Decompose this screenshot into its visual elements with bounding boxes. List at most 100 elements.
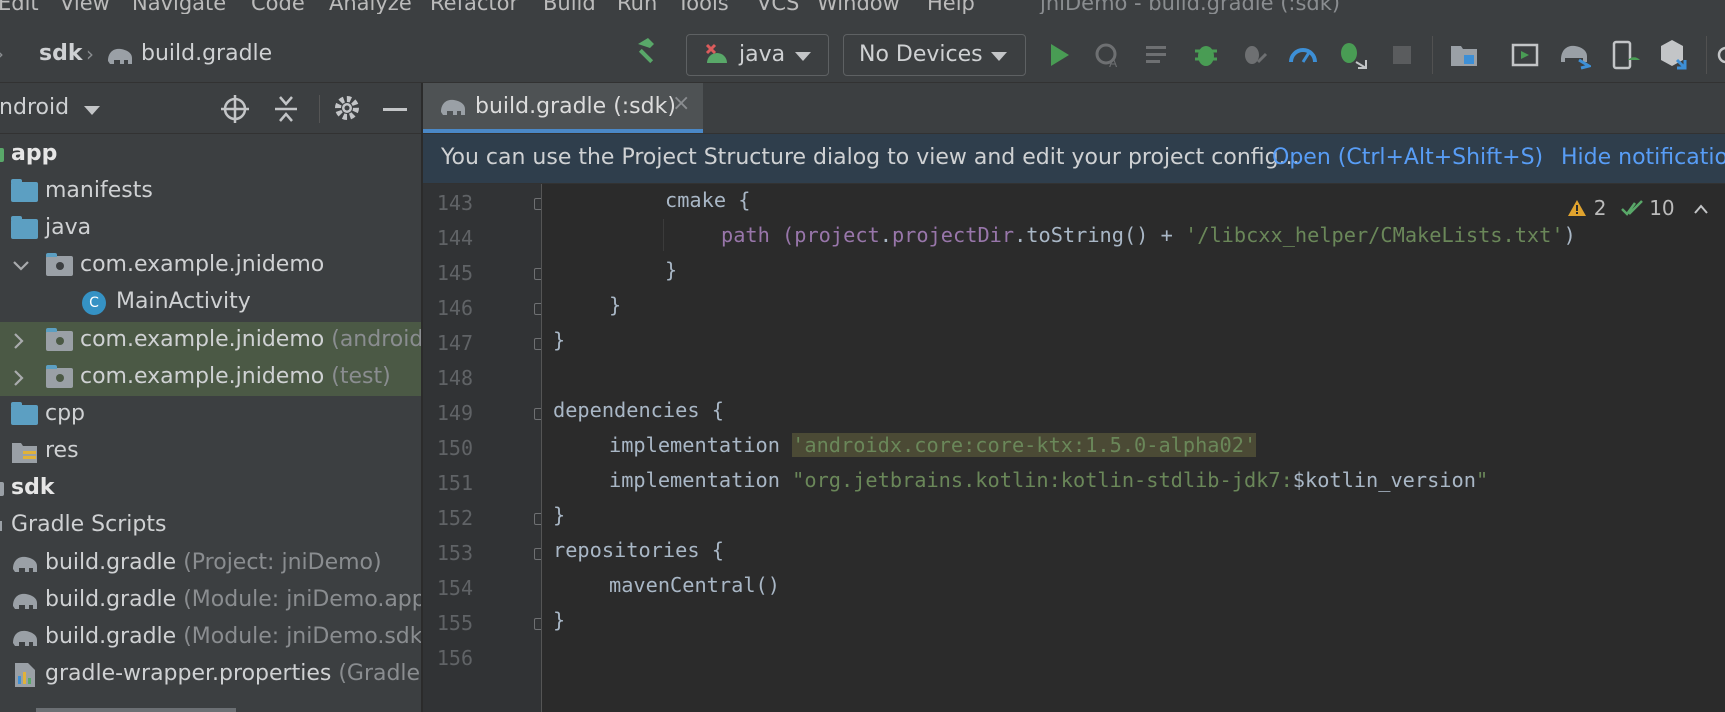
project-view-mode[interactable]: Android	[0, 95, 69, 120]
open-project-structure-link[interactable]: Open (Ctrl+Alt+Shift+S)	[1272, 145, 1543, 170]
line-number: 147	[436, 331, 473, 355]
sdk-manager-icon[interactable]	[1657, 38, 1687, 70]
chevron-right-icon[interactable]	[12, 332, 26, 350]
menu-code[interactable]: Code	[251, 0, 305, 14]
tree-item-label: com.example.jnidemo	[80, 364, 325, 389]
menu-run[interactable]: Run	[617, 0, 657, 14]
close-icon[interactable]: ×	[672, 91, 690, 116]
minimize-icon[interactable]	[383, 108, 407, 111]
menu-refactor[interactable]: Refactor	[430, 0, 518, 14]
device-manager-icon[interactable]	[1610, 40, 1640, 70]
header-divider	[319, 95, 320, 123]
menu-help[interactable]: Help	[927, 0, 975, 14]
project-structure-icon[interactable]	[1449, 42, 1479, 68]
folder-icon	[11, 179, 38, 202]
search-everywhere-icon[interactable]	[1716, 46, 1725, 68]
menu-window[interactable]: Window	[817, 0, 900, 14]
run-config-select[interactable]: java	[686, 34, 829, 76]
tree-item-label: MainActivity	[116, 289, 251, 314]
tree-item-hint: (Module: jniDemo.sdk)	[183, 624, 421, 649]
code-line-143: cmake {	[665, 188, 751, 212]
module-icon	[0, 148, 4, 162]
tree-item-label: build.gradle	[45, 587, 177, 612]
tree-item-res[interactable]: res	[0, 433, 421, 470]
menu-navigate[interactable]: Navigate	[132, 0, 226, 14]
code-line-152: }	[553, 503, 566, 527]
code-token: '/libcxx_helper/CMakeLists.txt'	[1185, 223, 1564, 247]
line-number: 156	[436, 646, 473, 670]
project-tree: app manifests java com.example.jnidemo C…	[0, 134, 421, 712]
hide-notification-link[interactable]: Hide notification	[1561, 145, 1725, 170]
gradle-elephant-icon	[13, 593, 37, 609]
tree-item-package-androidtest[interactable]: com.example.jnidemo (androidTest)	[0, 322, 421, 359]
menu-build[interactable]: Build	[543, 0, 596, 14]
chevron-down-icon	[991, 52, 1007, 61]
tree-item-label: cpp	[45, 401, 86, 426]
device-label: No Devices	[859, 42, 983, 67]
tree-item-partial[interactable]	[0, 694, 421, 712]
code-token: "	[1475, 468, 1489, 492]
tree-item-gradle-wrapper[interactable]: gradle-wrapper.properties (Gradle Versio…	[0, 656, 421, 693]
gradle-elephant-icon	[13, 556, 37, 572]
menu-edit[interactable]: Edit	[0, 0, 39, 14]
window-title: jniDemo - build.gradle (:sdk)	[1040, 0, 1341, 14]
chevron-up-icon[interactable]	[1693, 203, 1709, 215]
chevron-right-icon[interactable]	[12, 369, 26, 387]
code-line-151: implementation "org.jetbrains.kotlin:kot…	[609, 468, 1488, 492]
tree-item-label: build.gradle	[45, 550, 177, 575]
tree-item-mainactivity[interactable]: C MainActivity	[0, 284, 421, 321]
line-number: 149	[436, 401, 473, 425]
attach-process-bug-icon[interactable]	[1336, 38, 1368, 70]
breadcrumb-sdk[interactable]: sdk	[39, 41, 82, 66]
tree-item-hint: (Project: jniDemo)	[183, 550, 382, 575]
code-editor[interactable]: cmake { path (project.projectDir.toStrin…	[542, 184, 1725, 712]
tree-item-build-gradle-app[interactable]: build.gradle (Module: jniDemo.app)	[0, 582, 421, 619]
resource-folder-icon	[12, 443, 37, 463]
chevron-down-icon[interactable]	[12, 259, 30, 273]
code-token: project	[794, 223, 880, 247]
android-config-icon	[705, 43, 727, 63]
tree-item-build-gradle-sdk[interactable]: build.gradle (Module: jniDemo.sdk)	[0, 619, 421, 656]
tree-item-package-main[interactable]: com.example.jnidemo	[0, 247, 421, 284]
tree-item-package-test[interactable]: com.example.jnidemo (test)	[0, 359, 421, 396]
tree-item-build-gradle-project[interactable]: build.gradle (Project: jniDemo)	[0, 545, 421, 582]
menu-analyze[interactable]: Analyze	[329, 0, 412, 14]
profile-gauge-icon[interactable]	[1288, 40, 1318, 70]
line-number: 148	[436, 366, 473, 390]
inspection-widget[interactable]: 2 10	[1567, 196, 1709, 220]
ok-count: 10	[1649, 196, 1675, 220]
tree-item-app[interactable]: app	[0, 136, 421, 173]
menu-vcs[interactable]: VCS	[757, 0, 799, 14]
menu-tools[interactable]: Tools	[677, 0, 729, 14]
device-select[interactable]: No Devices	[843, 34, 1026, 76]
breadcrumb-build-gradle[interactable]: build.gradle	[141, 41, 272, 66]
tree-item-manifests[interactable]: manifests	[0, 173, 421, 210]
tree-item-sdk[interactable]: sdk	[0, 470, 421, 507]
tree-item-label: res	[45, 438, 79, 463]
tree-item-java[interactable]: java	[0, 210, 421, 247]
build-hammer-icon[interactable]	[632, 36, 662, 66]
code-token: "org.jetbrains.kotlin:kotlin-stdlib-jdk7…	[792, 468, 1293, 492]
chevron-down-icon[interactable]	[84, 106, 100, 115]
gradle-elephant-icon	[441, 99, 465, 115]
stop-icon[interactable]	[1391, 44, 1413, 66]
run-play-icon[interactable]	[1048, 42, 1070, 68]
sync-gradle-icon[interactable]	[1557, 40, 1591, 70]
tree-item-gradle-scripts[interactable]: Gradle Scripts	[0, 507, 421, 544]
gear-icon[interactable]	[333, 94, 361, 122]
menu-view[interactable]: View	[60, 0, 110, 14]
code-token: .toString() +	[1014, 223, 1186, 247]
apply-code-changes-icon[interactable]	[1144, 42, 1172, 68]
folder-icon	[11, 216, 38, 239]
tree-item-hint: (test)	[331, 364, 391, 389]
run-anything-icon[interactable]	[1511, 42, 1539, 68]
code-token: implementation	[609, 433, 793, 457]
collapse-all-icon[interactable]	[272, 95, 300, 123]
debug-bug-icon[interactable]	[1192, 39, 1220, 69]
tree-item-label: Gradle Scripts	[11, 512, 167, 537]
tree-item-cpp[interactable]: cpp	[0, 396, 421, 433]
locate-crosshair-icon[interactable]	[221, 95, 249, 123]
apply-changes-icon[interactable]: A	[1093, 40, 1123, 70]
tab-build-gradle-sdk[interactable]: build.gradle (:sdk) ×	[423, 83, 703, 133]
attach-debugger-icon[interactable]	[1240, 40, 1270, 70]
